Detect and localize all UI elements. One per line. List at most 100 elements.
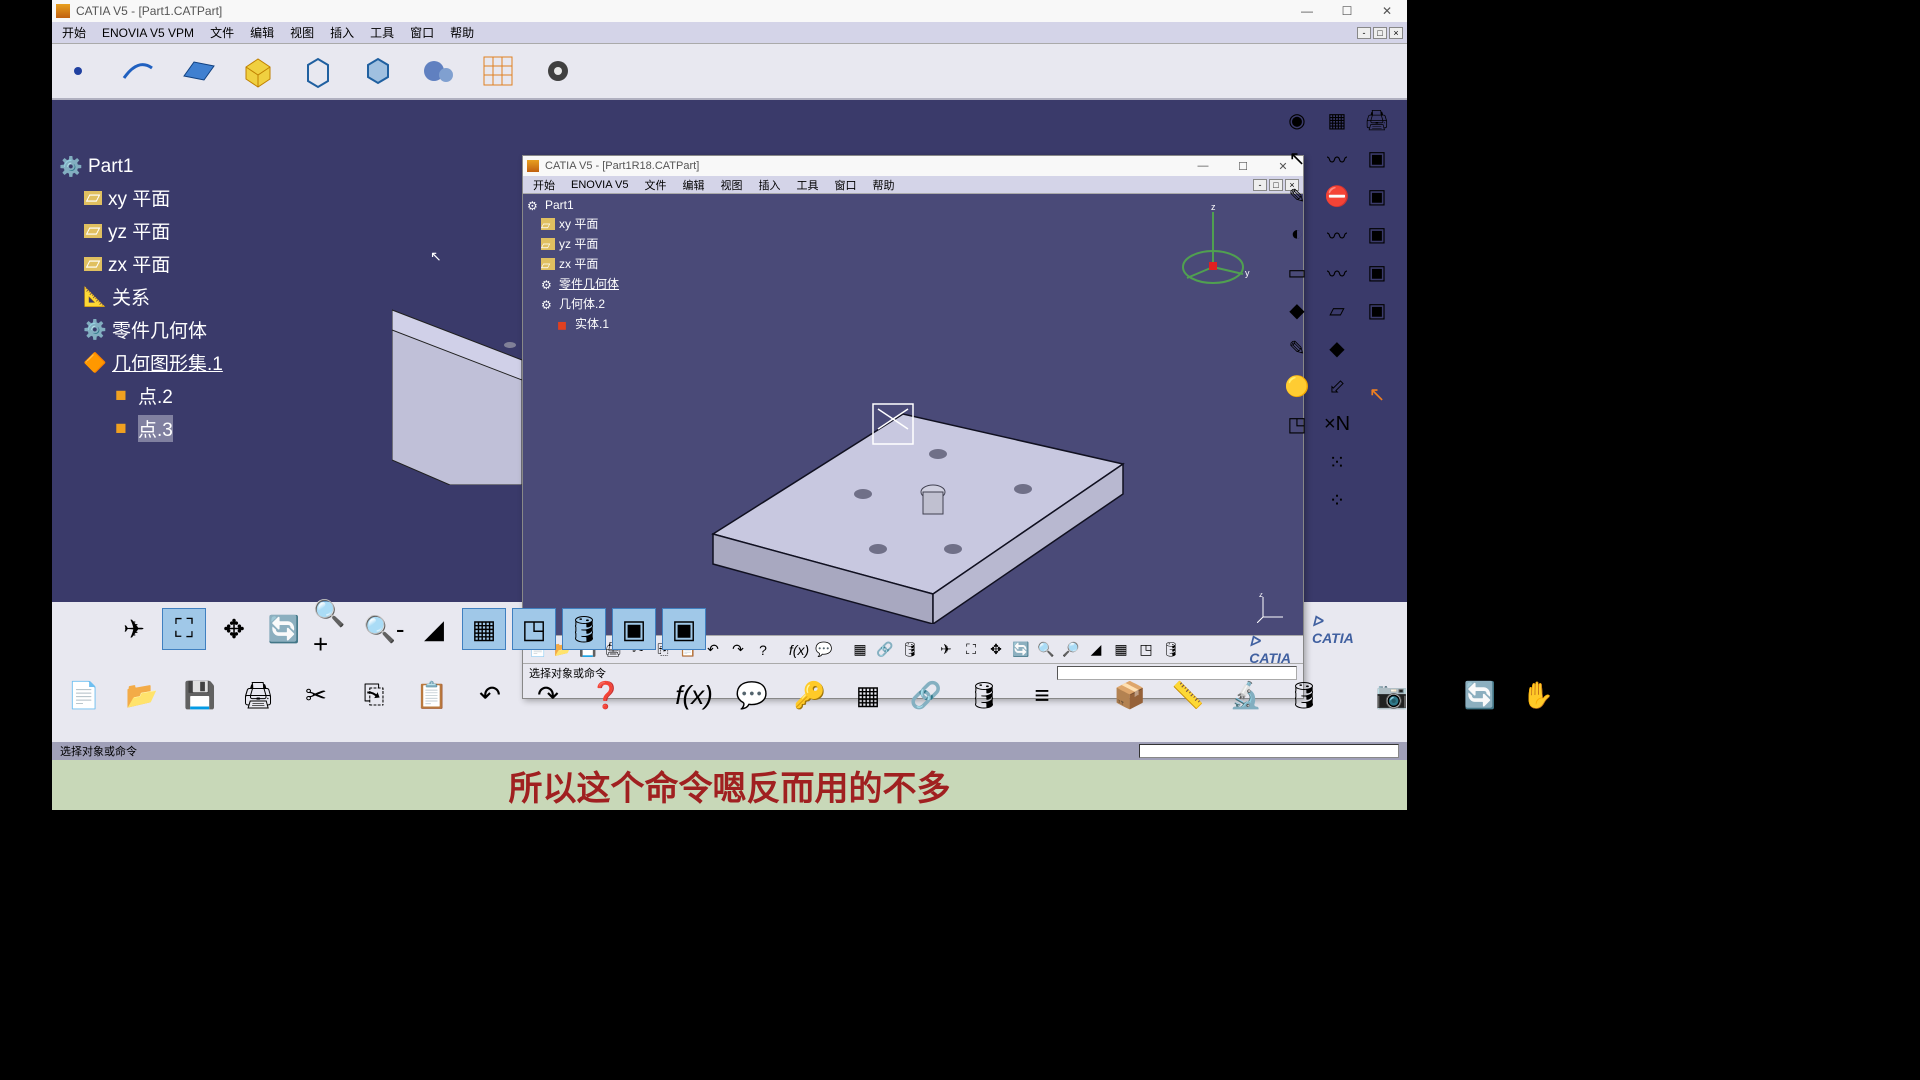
menu-help[interactable]: 帮助 xyxy=(446,24,478,41)
multiview-icon[interactable]: ▦ xyxy=(462,608,506,650)
rtool-ex3-icon[interactable]: ▣ xyxy=(1361,218,1393,250)
main-3d-viewport[interactable]: ⚙️Part1 ▱xy 平面 ▱yz 平面 ▱zx 平面 📐关系 ⚙️零件几何体… xyxy=(52,100,1407,602)
rtool-print-icon[interactable]: 🖨 xyxy=(1361,104,1393,136)
rotate-tool-icon[interactable]: 🔄 xyxy=(262,608,306,650)
rtool-error-icon[interactable]: ⛔ xyxy=(1321,180,1353,212)
menu-window[interactable]: 窗口 xyxy=(406,24,438,41)
inner-tree-yz[interactable]: ▱yz 平面 xyxy=(541,235,619,252)
measure-icon[interactable]: 📏 xyxy=(1166,674,1210,716)
rtool-pts-icon[interactable]: ⁙ xyxy=(1321,446,1353,478)
close-button[interactable]: ✕ xyxy=(1367,4,1407,18)
inner-menu-help[interactable]: 帮助 xyxy=(868,177,898,193)
plane-tool-icon[interactable] xyxy=(176,49,220,93)
rtool-8-icon[interactable]: ◳ xyxy=(1281,408,1313,440)
rtool-ex2-icon[interactable]: ▣ xyxy=(1361,180,1393,212)
menu-start[interactable]: 开始 xyxy=(58,24,90,41)
line-tool-icon[interactable] xyxy=(116,49,160,93)
menu-enovia[interactable]: ENOVIA V5 VPM xyxy=(98,26,198,40)
camera-icon[interactable]: 📷 xyxy=(1370,674,1414,716)
compass-icon[interactable]: z y xyxy=(1173,202,1253,292)
menu-insert[interactable]: 插入 xyxy=(326,24,358,41)
refresh-icon[interactable]: 🔄 xyxy=(1458,674,1502,716)
menu-file[interactable]: 文件 xyxy=(206,24,238,41)
shape-tool-1-icon[interactable] xyxy=(296,49,340,93)
inner-menu-insert[interactable]: 插入 xyxy=(754,177,784,193)
inner-menu-edit[interactable]: 编辑 xyxy=(678,177,708,193)
tree-geoset[interactable]: 🔶几何图形集.1 xyxy=(84,349,223,376)
tree-xy-plane[interactable]: ▱xy 平面 xyxy=(84,184,223,211)
formula-icon[interactable]: f(x) xyxy=(672,674,716,716)
point-tool-icon[interactable] xyxy=(56,49,100,93)
menu-edit[interactable]: 编辑 xyxy=(246,24,278,41)
rtool-sweep-icon[interactable]: 〰 xyxy=(1321,256,1353,288)
redo-cmd-icon[interactable]: ↷ xyxy=(526,674,570,716)
rtool-6-icon[interactable]: ✎ xyxy=(1281,332,1313,364)
rtool-3-icon[interactable]: ◐ xyxy=(1281,218,1313,250)
inner-menu-file[interactable]: 文件 xyxy=(640,177,670,193)
rtool-fill-icon[interactable]: ▱ xyxy=(1321,294,1353,326)
analysis-icon[interactable]: 🔬 xyxy=(1224,674,1268,716)
inner-tree-xy[interactable]: ▱xy 平面 xyxy=(541,215,619,232)
tree-root[interactable]: ⚙️Part1 xyxy=(60,156,223,178)
rtool-ex1-icon[interactable]: ▣ xyxy=(1361,142,1393,174)
print-file-icon[interactable]: 🖨 xyxy=(236,674,280,716)
render-2-icon[interactable]: ▣ xyxy=(612,608,656,650)
inner-minimize-button[interactable]: — xyxy=(1183,160,1223,173)
mdi-restore[interactable]: □ xyxy=(1373,27,1387,39)
inner-menu-start[interactable]: 开始 xyxy=(529,177,559,193)
link-cmd-icon[interactable]: 🔗 xyxy=(904,674,948,716)
rtool-select-icon[interactable]: ↖ xyxy=(1361,378,1393,410)
mat-cmd-icon[interactable]: 🛢 xyxy=(962,674,1006,716)
tree-point-2[interactable]: ■点.2 xyxy=(110,382,223,409)
tree-relations[interactable]: 📐关系 xyxy=(84,283,223,310)
rtool-ext-icon[interactable]: ◆ xyxy=(1321,332,1353,364)
rtool-ex4-icon[interactable]: ▣ xyxy=(1361,256,1393,288)
mdi-close[interactable]: × xyxy=(1389,27,1403,39)
table-cmd-icon[interactable]: ▦ xyxy=(846,674,890,716)
tree-point-3[interactable]: ■点.3 xyxy=(110,415,223,442)
inner-mdi-min[interactable]: - xyxy=(1253,179,1267,191)
fly-mode-icon[interactable]: ✈ xyxy=(112,608,156,650)
mdi-minimize[interactable]: - xyxy=(1357,27,1371,39)
tree-yz-plane[interactable]: ▱yz 平面 xyxy=(84,217,223,244)
comment-icon[interactable]: 💬 xyxy=(730,674,774,716)
tree-partbody[interactable]: ⚙️零件几何体 xyxy=(84,316,223,343)
db-cmd-icon[interactable]: ≡ xyxy=(1020,674,1064,716)
rtool-blend-icon[interactable]: ⬃ xyxy=(1321,370,1353,402)
pan-tool-icon[interactable]: ✥ xyxy=(212,608,256,650)
render-1-icon[interactable]: 🛢 xyxy=(562,608,606,650)
rtool-sketch-icon[interactable]: ✎ xyxy=(1281,180,1313,212)
inner-menu-enovia[interactable]: ENOVIA V5 xyxy=(567,179,632,191)
settings-gear-icon[interactable] xyxy=(536,49,580,93)
menu-tools[interactable]: 工具 xyxy=(366,24,398,41)
rtool-pts2-icon[interactable]: ⁘ xyxy=(1321,484,1353,516)
render-3-icon[interactable]: ▣ xyxy=(662,608,706,650)
open-file-icon[interactable]: 📂 xyxy=(120,674,164,716)
rtool-ex5-icon[interactable]: ▣ xyxy=(1361,294,1393,326)
normal-view-icon[interactable]: ◢ xyxy=(412,608,456,650)
inner-menu-window[interactable]: 窗口 xyxy=(830,177,860,193)
rtool-4-icon[interactable]: ▭ xyxy=(1281,256,1313,288)
paste-cmd-icon[interactable]: 📋 xyxy=(410,674,454,716)
rtool-arrow-icon[interactable]: ↖ xyxy=(1281,142,1313,174)
inner-menu-tools[interactable]: 工具 xyxy=(792,177,822,193)
hand-icon[interactable]: ✋ xyxy=(1516,674,1560,716)
zoom-out-icon[interactable]: 🔍- xyxy=(362,608,406,650)
key-icon[interactable]: 🔑 xyxy=(788,674,832,716)
save-file-icon[interactable]: 💾 xyxy=(178,674,222,716)
tree-zx-plane[interactable]: ▱zx 平面 xyxy=(84,250,223,277)
catalog-icon[interactable]: 📦 xyxy=(1108,674,1152,716)
rtool-1-icon[interactable]: ◉ xyxy=(1281,104,1313,136)
maximize-button[interactable]: ☐ xyxy=(1327,4,1367,18)
yellow-cube-icon[interactable] xyxy=(236,49,280,93)
rtool-7-icon[interactable]: 🟡 xyxy=(1281,370,1313,402)
inner-tree-root[interactable]: ⚙Part1 xyxy=(527,198,619,212)
whatsthis-icon[interactable]: ❓ xyxy=(584,674,628,716)
main-command-input[interactable] xyxy=(1139,744,1399,758)
axis-sys-icon[interactable]: ⤧ xyxy=(1574,674,1618,716)
inner-maximize-button[interactable]: ☐ xyxy=(1223,160,1263,173)
new-file-icon[interactable]: 📄 xyxy=(62,674,106,716)
fit-all-icon[interactable]: ⛶ xyxy=(162,608,206,650)
cut-cmd-icon[interactable]: ✂ xyxy=(294,674,338,716)
iso-view-icon[interactable]: ◳ xyxy=(512,608,556,650)
